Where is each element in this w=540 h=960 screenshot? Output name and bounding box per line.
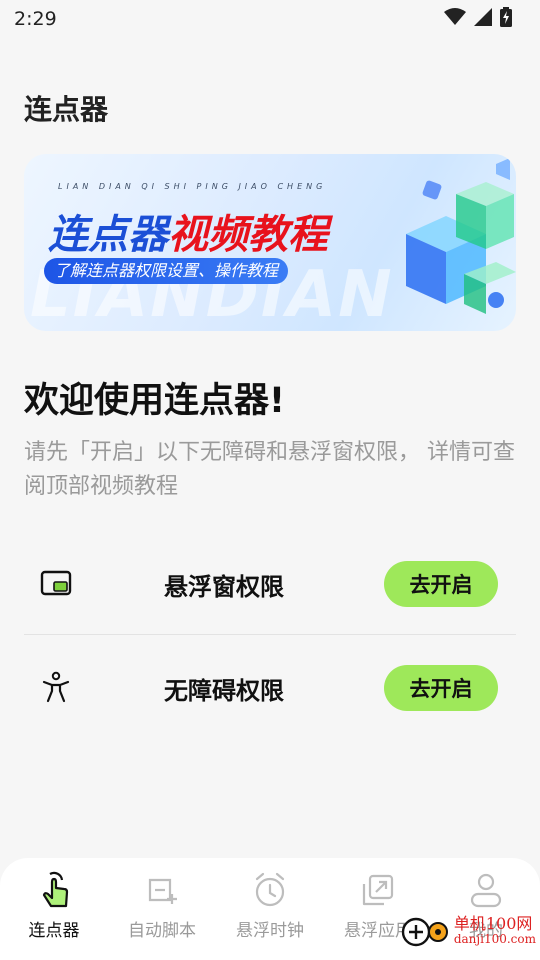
status-icons [444,7,512,27]
site-watermark: 单机100网 danji100.com [400,914,536,948]
floating-window-permission-row: 悬浮窗权限 去开启 [24,545,516,625]
nav-label-floating-clock: 悬浮时钟 [236,921,304,941]
site-logo-icon [401,917,448,947]
video-tutorial-banner[interactable]: LIANDIAN LIAN DIAN QI SHI PING JIAO CHEN… [24,154,516,331]
banner-title-blue: 连点器 [48,212,168,258]
banner-pinyin: LIAN DIAN QI SHI PING JIAO CHENG [58,182,327,191]
site-watermark-url: danji100.com [453,932,536,946]
nav-label-clicker: 连点器 [28,921,80,941]
script-add-icon [148,878,177,904]
alarm-clock-icon [255,872,285,907]
floating-app-icon [362,874,394,906]
accessibility-permission-label: 无障碍权限 [164,677,284,705]
site-watermark-text: 单机100网 [453,914,533,933]
divider [24,634,516,635]
nav-item-auto-script[interactable]: 自动脚本 [108,858,216,960]
page-title: 连点器 [24,93,109,126]
banner-subtitle: 了解连点器权限设置、操作教程 [44,258,289,284]
accessibility-permission-row: 无障碍权限 去开启 [24,649,516,729]
tap-icon [42,871,69,908]
accessibility-icon [42,671,70,703]
wifi-icon [444,8,466,25]
banner-title: 连点器视频教程 [48,202,328,260]
floating-window-permission-label: 悬浮窗权限 [164,573,284,601]
user-icon [470,873,502,908]
floating-window-icon [40,570,72,596]
enable-floating-window-button[interactable]: 去开启 [384,561,498,607]
banner-title-red: 视频教程 [168,212,328,258]
nav-item-floating-clock[interactable]: 悬浮时钟 [216,858,324,960]
enable-accessibility-button[interactable]: 去开启 [384,665,498,711]
status-bar: 2:29 [0,0,540,36]
welcome-title: 欢迎使用连点器! [24,381,285,421]
banner-cubes-illustration [406,158,516,314]
nav-label-auto-script: 自动脚本 [128,921,196,941]
status-time: 2:29 [14,8,57,30]
signal-icon [474,8,492,26]
battery-charging-icon [500,7,512,27]
nav-item-clicker[interactable]: 连点器 [0,858,108,960]
welcome-description: 请先「开启」以下无障碍和悬浮窗权限， 详情可查阅顶部视频教程 [24,440,515,499]
